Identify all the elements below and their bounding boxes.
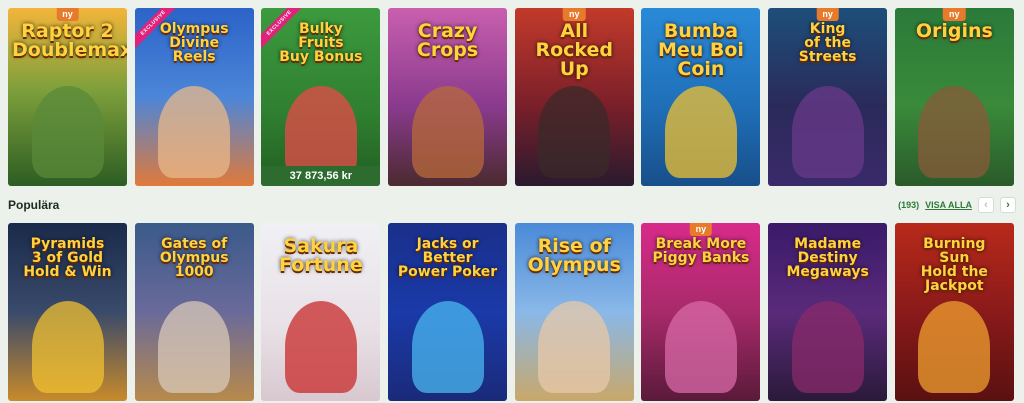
game-tile[interactable]: Bumba Meu Boi Coin (641, 8, 761, 186)
game-title: Rise of Olympus (527, 235, 621, 276)
see-all-link[interactable]: VISA ALLA (925, 200, 972, 210)
featured-games-row: Raptor 2 Doublemax ny Olympus Divine Reels… (8, 8, 1014, 186)
new-badge: ny (56, 8, 79, 21)
game-character-art (538, 86, 611, 178)
game-title: All Rocked Up (535, 20, 614, 80)
game-title: Raptor 2 Doublemax (12, 20, 127, 61)
game-character-art (791, 301, 864, 393)
game-character-art (31, 86, 104, 178)
game-tile[interactable]: Burning Sun Hold the Jackpot (894, 223, 1014, 401)
game-character-art (284, 86, 357, 178)
game-title: Bumba Meu Boi Coin (657, 20, 744, 80)
new-badge: ny (943, 8, 966, 21)
game-tile[interactable]: King of the Streets ny (768, 8, 888, 186)
game-tile[interactable]: Bulky Fruits Buy Bonus EXCLUSIVE 37 873,56… (261, 8, 381, 186)
game-character-art (411, 86, 484, 178)
game-character-art (791, 86, 864, 178)
section-title: Populära (8, 198, 60, 212)
game-tile[interactable]: Origins ny (894, 8, 1014, 186)
game-title: Jacks or Better Power Poker (397, 236, 498, 280)
next-arrow-icon[interactable]: › (1000, 197, 1016, 213)
game-title: Break More Piggy Banks (652, 236, 750, 266)
game-character-art (918, 301, 991, 393)
jackpot-amount: 37 873,56 kr (261, 166, 381, 186)
game-tile[interactable]: Gates of Olympus 1000 (134, 223, 254, 401)
game-title: Sakura Fortune (279, 235, 363, 276)
game-character-art (158, 301, 231, 393)
game-tile[interactable]: Pyramids 3 of Gold Hold & Win (8, 223, 127, 401)
new-badge: ny (562, 8, 586, 21)
new-badge: ny (816, 8, 839, 21)
popular-games-row: Pyramids 3 of Gold Hold & Win Gates of Ol… (8, 223, 1014, 401)
game-character-art (664, 301, 737, 393)
game-character-art (31, 301, 104, 393)
game-title: Gates of Olympus 1000 (159, 236, 229, 280)
game-title: Burning Sun Hold the Jackpot (920, 236, 988, 294)
game-title: King of the Streets (798, 21, 857, 65)
game-tile[interactable]: Rise of Olympus (514, 223, 634, 401)
game-character-art (158, 86, 231, 178)
game-character-art (538, 301, 611, 393)
game-tile[interactable]: Jacks or Better Power Poker (388, 223, 508, 401)
game-tile[interactable]: Olympus Divine Reels EXCLUSIVE (134, 8, 254, 186)
game-character-art (411, 301, 484, 393)
game-tile[interactable]: Madame Destiny Megaways (768, 223, 888, 401)
game-tile[interactable]: Raptor 2 Doublemax ny (8, 8, 127, 186)
game-tile[interactable]: Crazy Crops (388, 8, 508, 186)
game-tile[interactable]: Sakura Fortune (261, 223, 381, 401)
game-character-art (664, 86, 737, 178)
section-controls: (193) VISA ALLA ‹ › (898, 197, 1016, 213)
game-tile[interactable]: Break More Piggy Banks ny (641, 223, 761, 401)
game-tile[interactable]: All Rocked Up ny (514, 8, 634, 186)
game-character-art (284, 301, 357, 393)
prev-arrow-icon[interactable]: ‹ (978, 197, 994, 213)
game-title: Crazy Crops (416, 20, 479, 61)
game-character-art (918, 86, 991, 178)
game-title: Origins (915, 20, 993, 42)
game-count: (193) (898, 200, 920, 210)
game-title: Madame Destiny Megaways (786, 236, 869, 280)
game-title: Pyramids 3 of Gold Hold & Win (23, 236, 112, 280)
new-badge: ny (689, 223, 713, 236)
section-header-popular: Populära (193) VISA ALLA ‹ › (8, 195, 1016, 215)
